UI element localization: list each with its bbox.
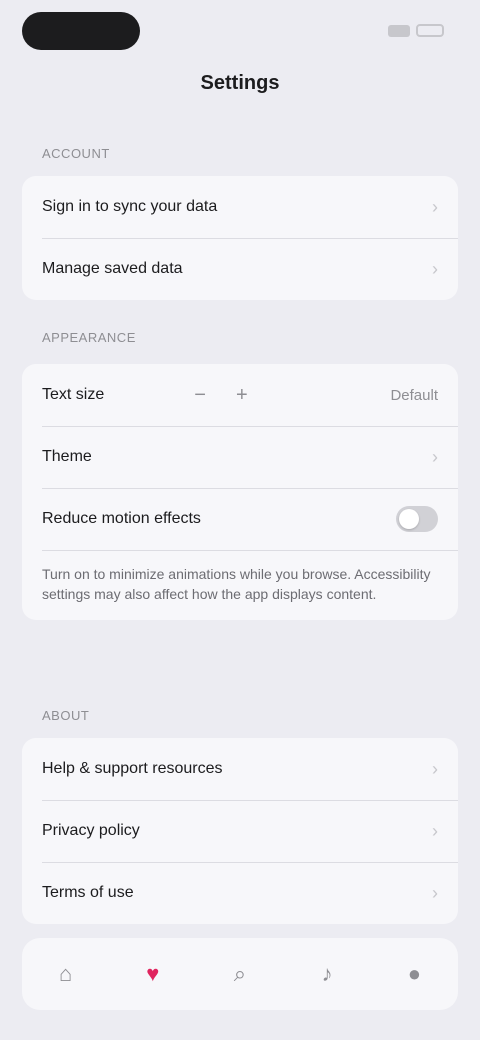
appearance-card: Text size − + Default Theme › Reduce mot… bbox=[22, 364, 458, 620]
privacy-row[interactable]: Privacy policy › bbox=[22, 800, 458, 862]
text-size-stepper[interactable]: − + bbox=[194, 384, 247, 407]
chevron-right-icon: › bbox=[432, 196, 438, 217]
heart-icon[interactable]: ♥ bbox=[125, 946, 181, 1002]
chevron-right-icon: › bbox=[432, 758, 438, 779]
row-label: Privacy policy bbox=[42, 822, 140, 839]
chevron-right-icon: › bbox=[432, 882, 438, 903]
home-icon[interactable]: ⌂ bbox=[38, 946, 94, 1002]
text-size-row[interactable]: Text size − + Default bbox=[22, 364, 458, 426]
manage-data-row[interactable]: Manage saved data › bbox=[22, 238, 458, 300]
battery-icon bbox=[416, 24, 444, 37]
account-card: Sign in to sync your data › Manage saved… bbox=[22, 176, 458, 300]
profile-icon[interactable]: ● bbox=[386, 946, 442, 1002]
reduce-motion-toggle[interactable] bbox=[396, 506, 438, 532]
text-size-value: Default bbox=[390, 386, 438, 404]
reduce-motion-label: Reduce motion effects bbox=[42, 510, 201, 527]
help-row[interactable]: Help & support resources › bbox=[22, 738, 458, 800]
row-label: Sign in to sync your data bbox=[42, 198, 218, 215]
signal-icon bbox=[388, 24, 410, 37]
about-card: Help & support resources › Privacy polic… bbox=[22, 738, 458, 924]
row-label: Terms of use bbox=[42, 884, 134, 901]
decrease-icon[interactable]: − bbox=[194, 384, 206, 407]
increase-icon[interactable]: + bbox=[236, 384, 248, 407]
appearance-note: Turn on to minimize animations while you… bbox=[22, 550, 458, 620]
chevron-right-icon: › bbox=[432, 820, 438, 841]
status-icons bbox=[388, 24, 444, 37]
chevron-right-icon: › bbox=[432, 258, 438, 279]
section-header-about: About bbox=[42, 708, 90, 723]
terms-row[interactable]: Terms of use › bbox=[22, 862, 458, 924]
tab-bar: ⌂ ♥ ⌕ ♪ ● bbox=[22, 938, 458, 1010]
search-icon[interactable]: ⌕ bbox=[212, 946, 268, 1002]
row-label: Manage saved data bbox=[42, 260, 183, 277]
section-header-appearance: Appearance bbox=[42, 330, 136, 345]
row-label: Help & support resources bbox=[42, 760, 223, 777]
theme-label: Theme bbox=[42, 448, 92, 465]
chevron-right-icon: › bbox=[432, 446, 438, 467]
theme-row[interactable]: Theme › bbox=[22, 426, 458, 488]
text-size-label: Text size bbox=[42, 386, 105, 403]
dynamic-island bbox=[22, 12, 140, 50]
sign-in-row[interactable]: Sign in to sync your data › bbox=[22, 176, 458, 238]
reduce-motion-row: Reduce motion effects bbox=[22, 488, 458, 550]
section-header-account: Account bbox=[42, 146, 110, 161]
page-title: Settings bbox=[200, 72, 280, 94]
status-bar bbox=[0, 0, 480, 64]
bell-icon[interactable]: ♪ bbox=[299, 946, 355, 1002]
